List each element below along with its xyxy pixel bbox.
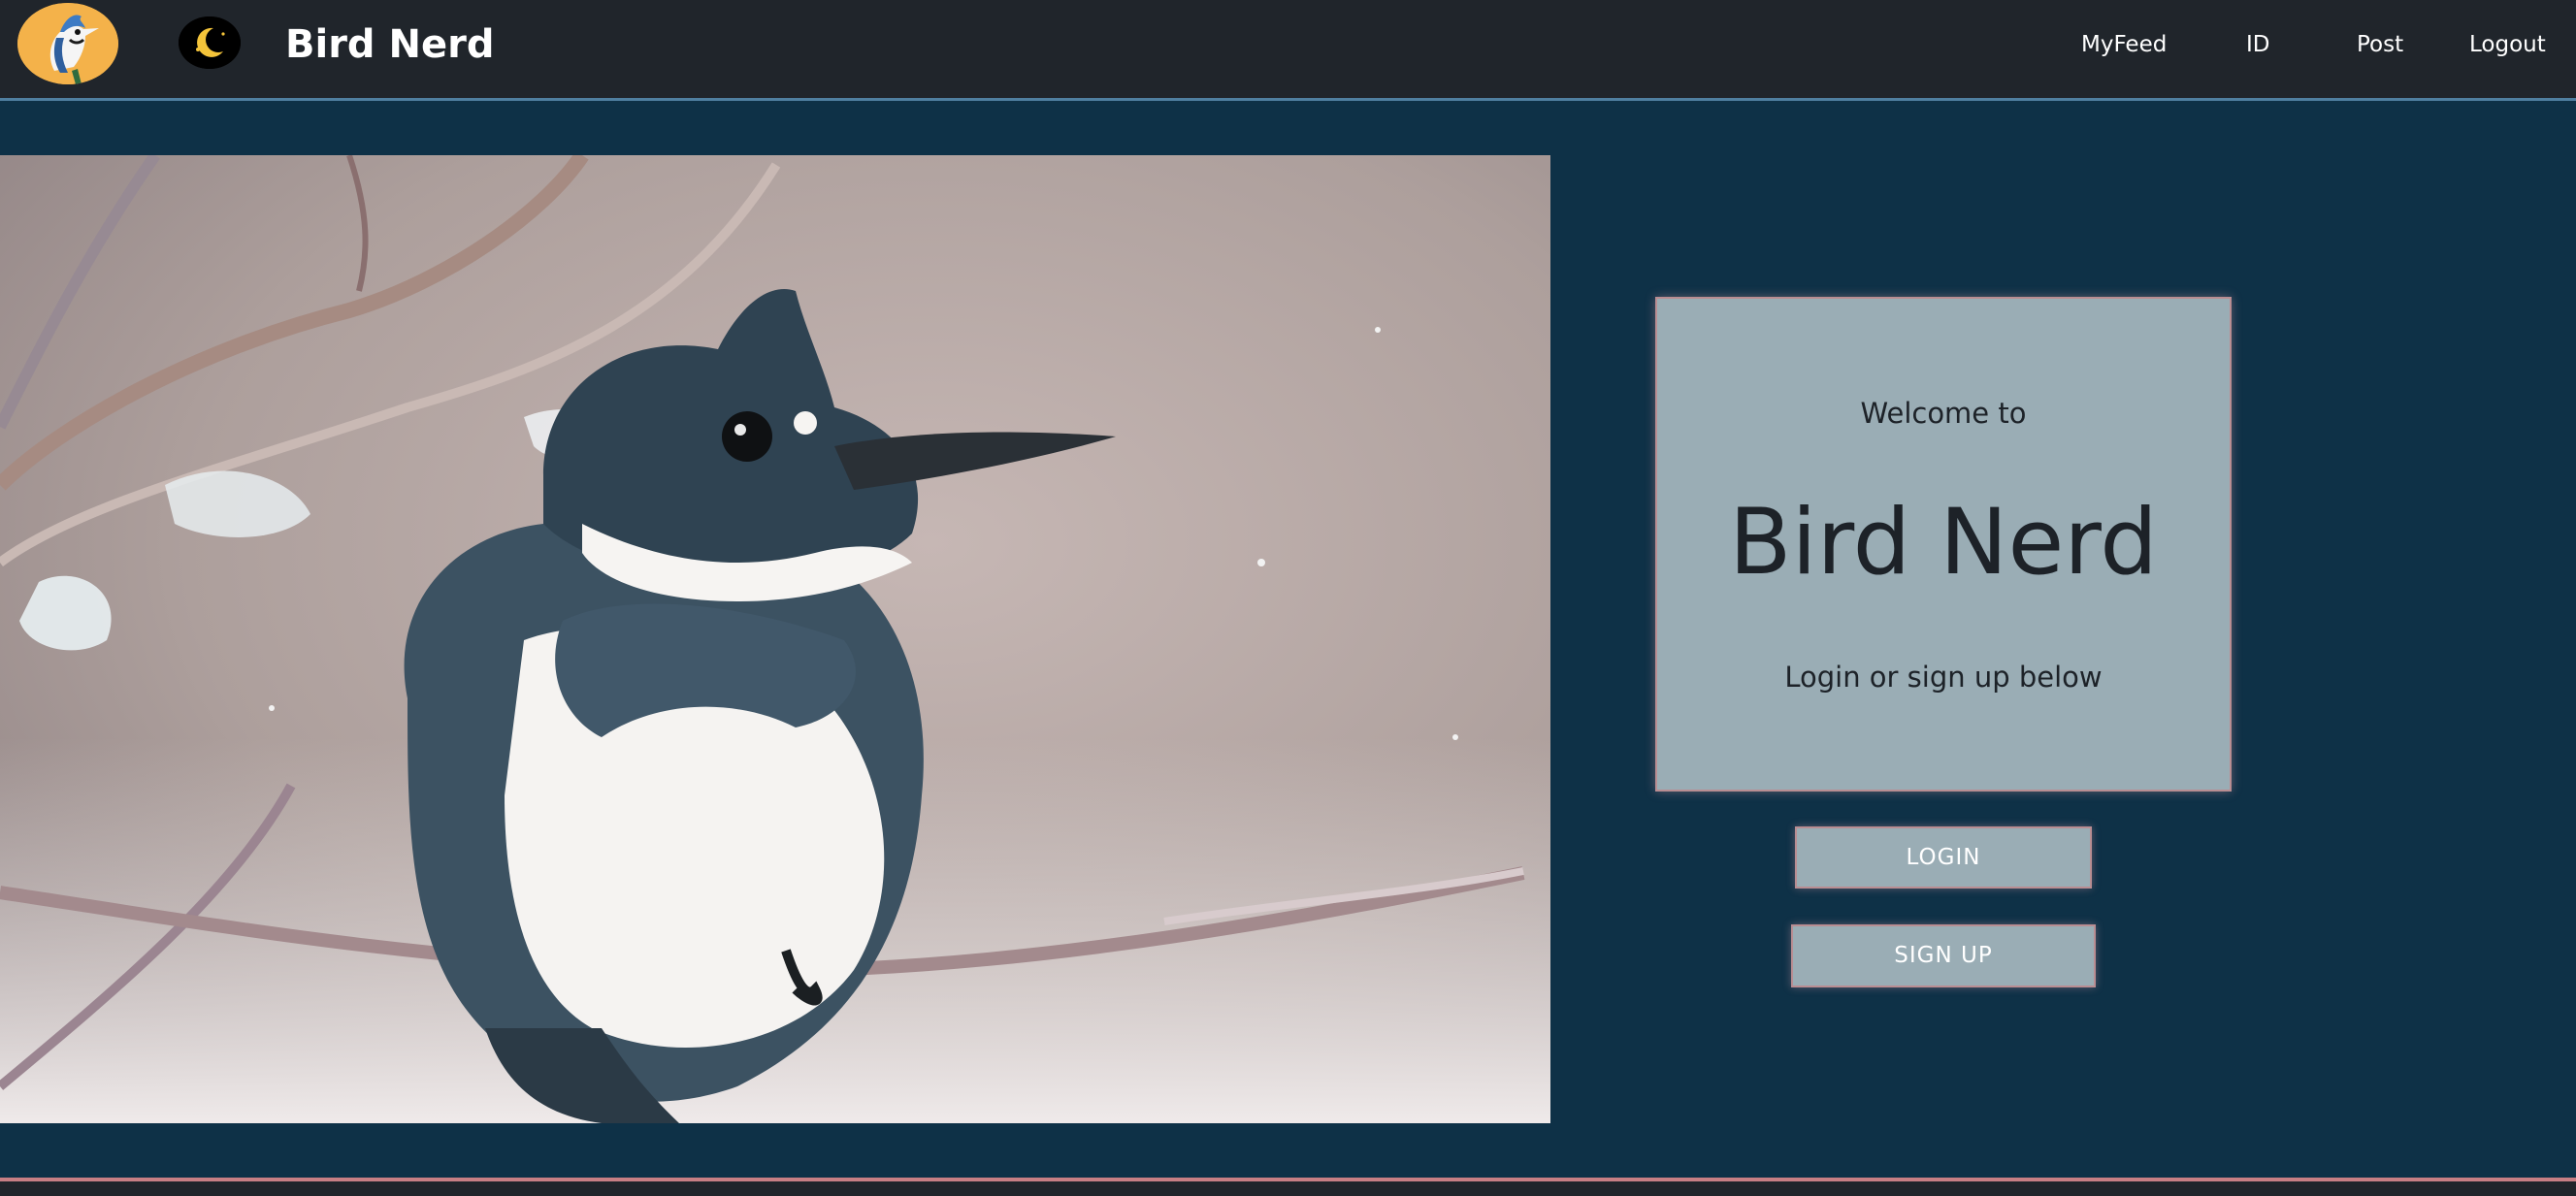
nav-link-logout[interactable]: Logout	[2469, 27, 2546, 62]
nav-link-id[interactable]: ID	[2246, 27, 2270, 62]
blue-jay-logo-icon[interactable]	[17, 3, 118, 84]
kingfisher-photo	[0, 155, 1550, 1123]
welcome-subtitle: Login or sign up below	[1784, 661, 2103, 694]
welcome-title: Bird Nerd	[1729, 490, 2158, 596]
top-navbar: Bird Nerd MyFeed ID Post Logout	[0, 0, 2576, 101]
welcome-card: Welcome to Bird Nerd Login or sign up be…	[1655, 297, 2232, 792]
brand-title[interactable]: Bird Nerd	[285, 17, 494, 72]
nav-link-post[interactable]: Post	[2357, 27, 2403, 62]
footer-bar	[0, 1178, 2576, 1196]
login-button[interactable]: LOGIN	[1795, 826, 2092, 889]
nav-link-myfeed[interactable]: MyFeed	[2081, 27, 2167, 62]
signup-button[interactable]: SIGN UP	[1791, 924, 2096, 987]
crescent-moon-icon[interactable]	[179, 16, 241, 69]
welcome-intro: Welcome to	[1860, 397, 2027, 430]
